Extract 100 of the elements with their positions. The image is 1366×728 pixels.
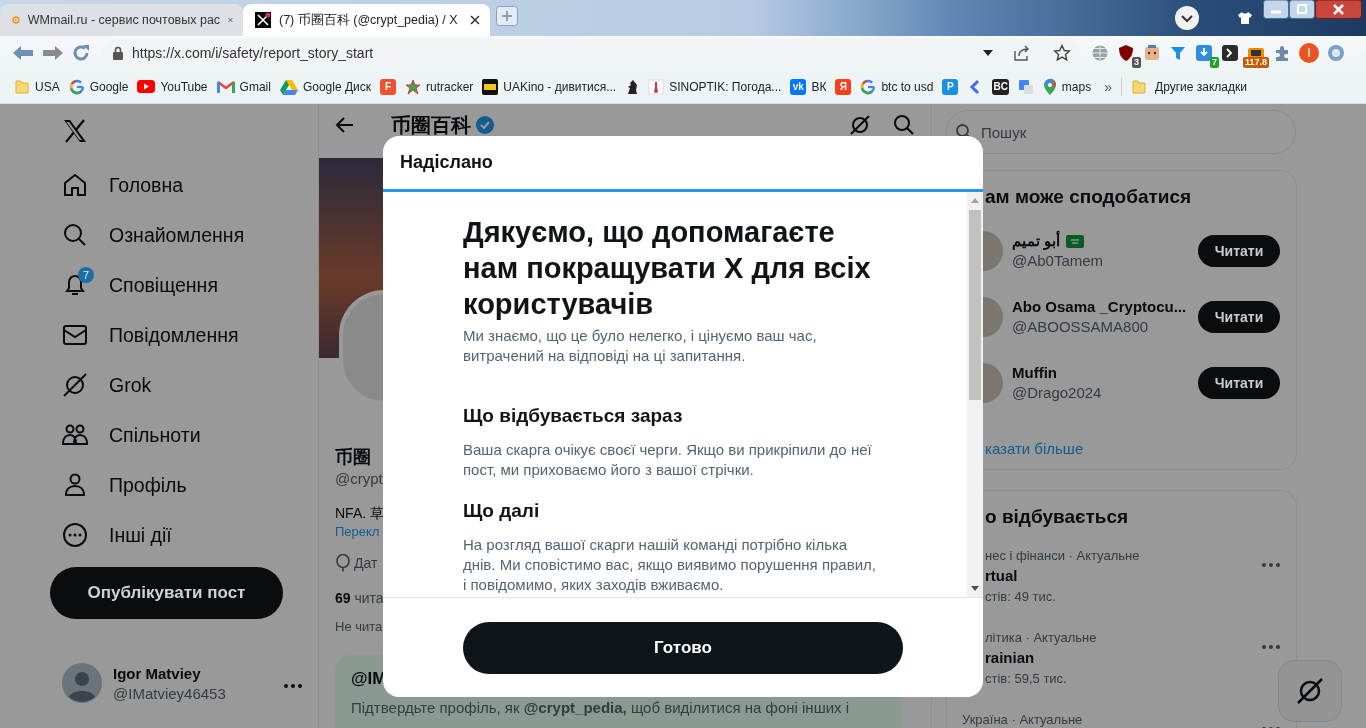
terminal-extension-icon[interactable] (1221, 44, 1239, 62)
section-heading: Що далі (463, 499, 541, 523)
nav-item[interactable]: Grok (62, 360, 152, 410)
puzzle-extension-icon[interactable] (1273, 44, 1291, 62)
not-followed-text: Не чита (335, 618, 383, 636)
bookmark[interactable]: Google Диск (279, 78, 371, 95)
bookmark[interactable]: btc to usd (860, 78, 934, 95)
user-avatar-image (983, 297, 1003, 337)
trend-title[interactable]: rainian (985, 647, 1035, 669)
x-logo-icon[interactable] (62, 118, 88, 144)
star-logo-icon (405, 78, 421, 95)
user-handle: @Drago2024 (1012, 383, 1102, 403)
profile-bio: NFA. 草 (335, 504, 384, 523)
trend-title[interactable]: rtual (985, 565, 1018, 587)
people-icon (62, 422, 88, 448)
bookmark-folder[interactable]: Другие закладки (1131, 78, 1247, 95)
person-icon (62, 472, 88, 498)
more-dots-icon[interactable] (1262, 563, 1280, 567)
nav-item[interactable]: Ознайомлення (62, 210, 245, 260)
monitor-extension-icon[interactable] (1247, 47, 1265, 59)
more-icon (62, 522, 88, 548)
user-name[interactable]: Abo Osama _Cryptocu... (1012, 297, 1187, 317)
bookmark[interactable]: vk ВК (790, 78, 827, 95)
follow-button[interactable]: Читати (1198, 301, 1280, 333)
more-dots-icon (284, 684, 302, 688)
funnel-extension-icon[interactable] (1169, 44, 1187, 62)
lock-icon (112, 46, 124, 60)
browser-tab[interactable]: (7) 币圈百科 (@crypt_pedia) / X (243, 4, 490, 36)
nav-item[interactable]: Профіль (62, 460, 187, 510)
more-bookmarks-button[interactable]: » (1104, 78, 1112, 95)
trend-meta: літика · Актуальне (985, 629, 1097, 647)
download-extension-icon[interactable] (1195, 44, 1213, 62)
search-field[interactable]: Пошук (946, 110, 1296, 154)
dialog-title: Надіслано (400, 152, 493, 173)
google-logo-icon (68, 78, 85, 95)
face-extension-icon[interactable] (1143, 44, 1161, 62)
bookmark-icon-button[interactable]: Я (835, 78, 852, 95)
back-arrow-icon[interactable] (335, 115, 355, 135)
follow-button[interactable]: Читати (1198, 235, 1280, 267)
balloon-icon (335, 554, 351, 572)
translate-logo-icon[interactable] (1017, 78, 1034, 95)
bookmark[interactable]: UAKino - дивитися... (482, 78, 617, 95)
bookmark-icon-button[interactable]: BC (992, 78, 1009, 95)
bookmark[interactable]: rutracker (405, 78, 474, 95)
chess-knight-icon[interactable] (625, 78, 640, 95)
search-icon (62, 222, 88, 248)
maximize-icon[interactable] (1289, 0, 1315, 19)
bookmark[interactable]: SINOPTIK: Погода... (648, 78, 782, 95)
bookmark[interactable]: Gmail (216, 79, 271, 94)
close-window-icon[interactable] (1315, 0, 1362, 19)
profile-avatar-button[interactable]: I (1299, 43, 1319, 63)
profile-header-title: 币圈百科 (391, 112, 471, 138)
chevron-down-icon[interactable] (1175, 6, 1199, 30)
close-icon[interactable] (470, 15, 480, 25)
avatar-silhouette-icon (62, 663, 102, 703)
done-button[interactable]: Готово (463, 621, 903, 674)
bookmark[interactable]: USA (14, 78, 60, 95)
reload-icon[interactable] (72, 44, 90, 62)
bell-icon (62, 272, 88, 298)
minimize-icon[interactable] (1263, 0, 1289, 19)
section-title: ам може сподобатися (985, 185, 1192, 209)
bookmark-icon-button[interactable]: F (380, 78, 396, 95)
caret-icon[interactable] (983, 50, 993, 56)
forward-icon[interactable] (42, 45, 64, 61)
browser-tab[interactable]: WMmail.ru - сервис почтовых рас (0, 4, 243, 36)
grok-icon[interactable] (849, 114, 871, 136)
film-logo-icon (482, 78, 499, 95)
verify-card-text: Підтвердьте профіль, як @crypt_pedia, щоб виділитися на фоні інших і (351, 699, 850, 716)
scrollbar[interactable] (967, 192, 983, 597)
nav-item[interactable]: Спільноти (62, 410, 201, 460)
user-name[interactable]: أبو تميم (1012, 231, 1061, 251)
nav-item[interactable]: 7 Сповіщення (62, 260, 218, 310)
follow-button[interactable]: Читати (1198, 367, 1280, 399)
nav-item[interactable]: Головна (62, 160, 184, 210)
search-icon[interactable] (893, 114, 915, 136)
scroll-down-arrow-icon[interactable] (971, 586, 979, 591)
post-button[interactable]: Опублікувати пост (50, 567, 283, 619)
bookmark[interactable]: maps (1042, 77, 1092, 96)
back-icon[interactable] (12, 45, 34, 61)
bookmark[interactable]: YouTube (137, 79, 208, 94)
thermometer-icon (648, 78, 665, 95)
dialog-intro: Ми знаємо, що це було нелегко, і цінуємо ваш час, витрачений на відповіді на ці запитання. (463, 326, 818, 366)
bookmark[interactable]: Google (68, 78, 129, 95)
more-dots-icon[interactable] (1262, 645, 1280, 649)
nav-item[interactable]: Інші дії (62, 510, 172, 560)
user-name[interactable]: Muffin (1012, 363, 1057, 383)
bookmark-star-icon[interactable] (1053, 44, 1071, 62)
profile-name: 币圈 (335, 446, 371, 469)
followers-link[interactable]: 69 чита (335, 588, 384, 608)
nav-item[interactable]: Повідомлення (62, 310, 239, 360)
shield-extension-icon[interactable] (1117, 44, 1135, 62)
share-icon[interactable] (1013, 45, 1031, 61)
trend-post-count: стів: 49 тис. (985, 588, 1056, 606)
grok-button[interactable] (1278, 660, 1342, 722)
account-switcher[interactable]: Igor Matviey @IMatviey46453 (62, 663, 302, 703)
dialog-heading: Дякуємо, що допомагаєте нам покращувати X для всіх користувачів (463, 215, 872, 322)
user-avatar-image (983, 363, 1003, 403)
bookmark-logo-icon: vk (790, 78, 807, 95)
drive-logo-icon (279, 78, 298, 95)
shirt-icon[interactable] (1237, 11, 1253, 25)
